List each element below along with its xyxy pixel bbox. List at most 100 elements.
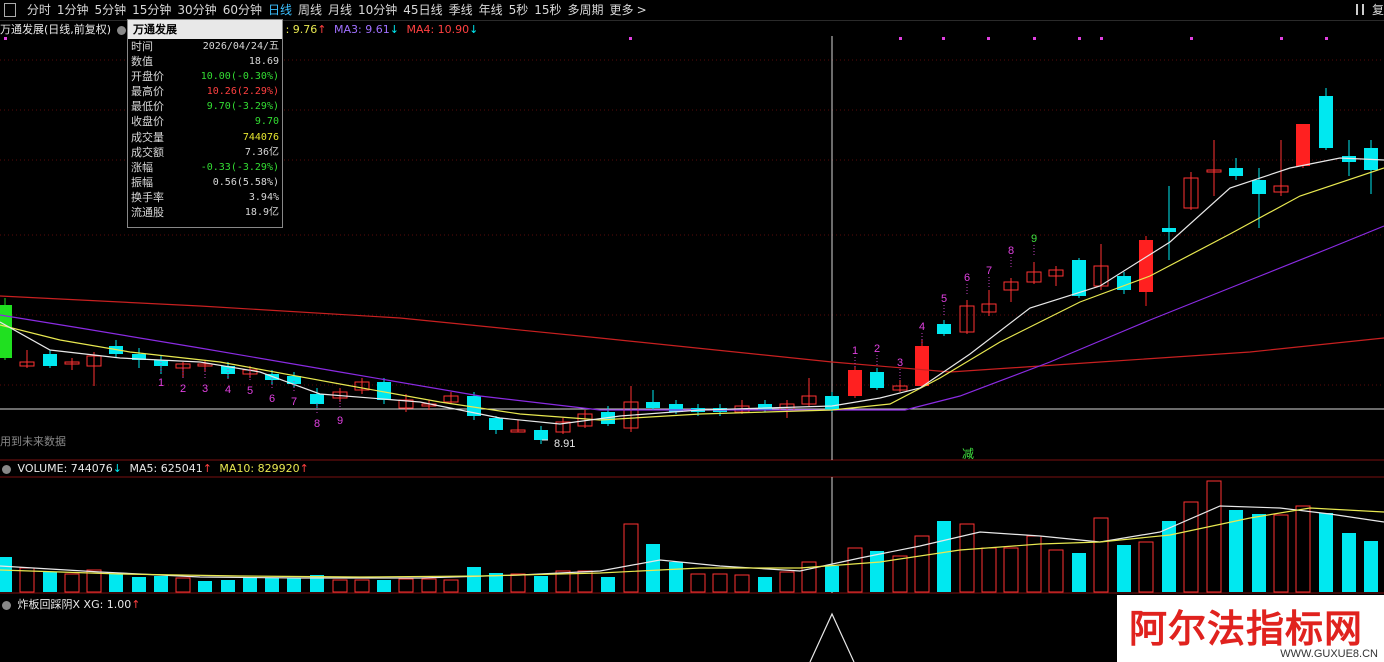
volume-bar [109, 574, 123, 592]
info-row: 流通股 18.9亿 [128, 205, 282, 220]
period-tab[interactable]: 1分钟 [54, 0, 92, 20]
info-value: 744076 [242, 131, 279, 143]
indicator-legend: 炸板回踩阴X XG: 1.00↑ [0, 596, 141, 612]
td-seq-up-label: 7 [986, 265, 992, 277]
signal-dot [629, 37, 632, 40]
volume-bar [937, 521, 951, 592]
period-tab[interactable]: 45日线 [400, 0, 445, 20]
candle-body [669, 404, 683, 412]
period-toolbar: 分时 1分钟 5分钟 15分钟 30分钟 60分钟 日线 周线 月线 10分钟 45日线 季线 年线 5秒… [0, 0, 1384, 21]
info-label: 流通股 [131, 206, 164, 220]
info-label: 最低价 [131, 100, 164, 114]
info-box-title: 万通发展 [128, 20, 282, 39]
info-row: 换手率 3.94% [128, 190, 282, 205]
candle-body [1229, 168, 1243, 176]
candle-body [43, 354, 57, 366]
low-price-label: 8.91 [554, 438, 575, 450]
candle-body [1319, 96, 1333, 148]
stock-title[interactable]: 万通发展(日线,前复权) [0, 23, 111, 36]
volume-bar [534, 576, 548, 592]
td-seq-up-label: 1 [852, 345, 858, 357]
settings-circle-icon[interactable] [116, 25, 126, 35]
candle-body [0, 305, 12, 358]
volume-bar [1003, 547, 1019, 593]
period-tab[interactable]: 月线 [325, 0, 355, 20]
volume-bar [198, 581, 212, 592]
info-label: 最高价 [131, 85, 164, 99]
candle-body [758, 404, 772, 410]
signal-dot [1033, 37, 1036, 40]
volume-bar [287, 578, 301, 592]
volume-bar [1295, 505, 1311, 593]
td-seq-down-label: 8 [314, 418, 320, 430]
period-tab[interactable]: 更多 [607, 0, 637, 20]
volume-bar [1364, 541, 1378, 592]
info-value: 18.9亿 [244, 207, 279, 219]
layout-icon[interactable] [4, 2, 16, 17]
volume-bar [601, 577, 615, 592]
td-seq-down-label: 6 [269, 393, 275, 405]
volume-bar [1342, 533, 1356, 592]
td-seq-down-label: 3 [202, 383, 208, 395]
vol-ma5-value: MA5: 625041 [129, 462, 203, 475]
candle-body [1139, 240, 1153, 292]
period-tab[interactable]: 周线 [295, 0, 325, 20]
volume-bar [646, 544, 660, 592]
td-seq-down-label: 4 [225, 384, 231, 396]
info-value: 10.00(-0.30%) [200, 71, 279, 83]
info-row: 最低价 9.70(-3.29%) [128, 99, 282, 114]
more-chevron-icon[interactable]: > [637, 0, 650, 20]
indicator-value: 炸板回踩阴X XG: 1.00 [17, 598, 132, 611]
period-tab[interactable]: 季线 [446, 0, 476, 20]
volume-bar [1183, 501, 1199, 593]
period-tab[interactable]: 15秒 [531, 0, 564, 20]
toolbar-right-label[interactable]: 复 [1372, 0, 1384, 20]
ma3-value: MA3: 9.61 [334, 23, 390, 36]
period-tab[interactable]: 5秒 [506, 0, 532, 20]
signal-dot [1078, 37, 1081, 40]
info-value: 3.94% [248, 191, 279, 203]
volume-bar [443, 579, 459, 593]
period-tab[interactable]: 60分钟 [220, 0, 265, 20]
period-tab[interactable]: 10分钟 [355, 0, 400, 20]
info-row: 时间 2026/04/24/五 [128, 39, 282, 54]
info-value: 0.56(5.58%) [212, 176, 279, 188]
volume-bar [847, 547, 863, 593]
volume-bar [265, 578, 279, 592]
period-tab[interactable]: 30分钟 [174, 0, 219, 20]
period-tab[interactable]: 多周期 [565, 0, 607, 20]
period-tab[interactable]: 日线 [265, 0, 295, 20]
volume-bar [981, 547, 997, 593]
volume-bar [354, 579, 370, 593]
info-label: 振幅 [131, 175, 153, 189]
volume-bar [690, 573, 706, 593]
info-label: 开盘价 [131, 70, 164, 84]
signal-dot [899, 37, 902, 40]
info-value: 7.36亿 [244, 146, 279, 158]
volume-bar [1162, 521, 1176, 592]
pause-icon[interactable] [1356, 4, 1364, 15]
down-arrow-icon: ↓ [389, 23, 399, 36]
period-tab[interactable]: 15分钟 [129, 0, 174, 20]
volume-bar [825, 566, 839, 592]
collapse-circle-icon[interactable] [2, 464, 11, 474]
volume-bar [43, 572, 57, 592]
volume-ma10-line [0, 507, 1384, 578]
volume-bar [892, 555, 908, 593]
collapse-circle-icon[interactable] [2, 600, 11, 610]
signal-dot [942, 37, 945, 40]
volume-bar [398, 578, 414, 593]
period-tab[interactable]: 年线 [476, 0, 506, 20]
volume-bar [154, 576, 168, 592]
period-tab[interactable]: 5分钟 [91, 0, 129, 20]
candle-body [489, 418, 503, 430]
volume-bar [669, 562, 683, 592]
td-seq-down-label: 9 [337, 415, 343, 427]
td-seq-up-label: 4 [919, 321, 925, 333]
info-row: 振幅 0.56(5.58%) [128, 175, 282, 190]
signal-dot [1280, 37, 1283, 40]
period-tab[interactable]: 分时 [24, 0, 54, 20]
td-seq-up-label: 3 [897, 357, 903, 369]
vol-ma10-value: MA10: 829920 [219, 462, 300, 475]
signal-dot [4, 37, 7, 40]
